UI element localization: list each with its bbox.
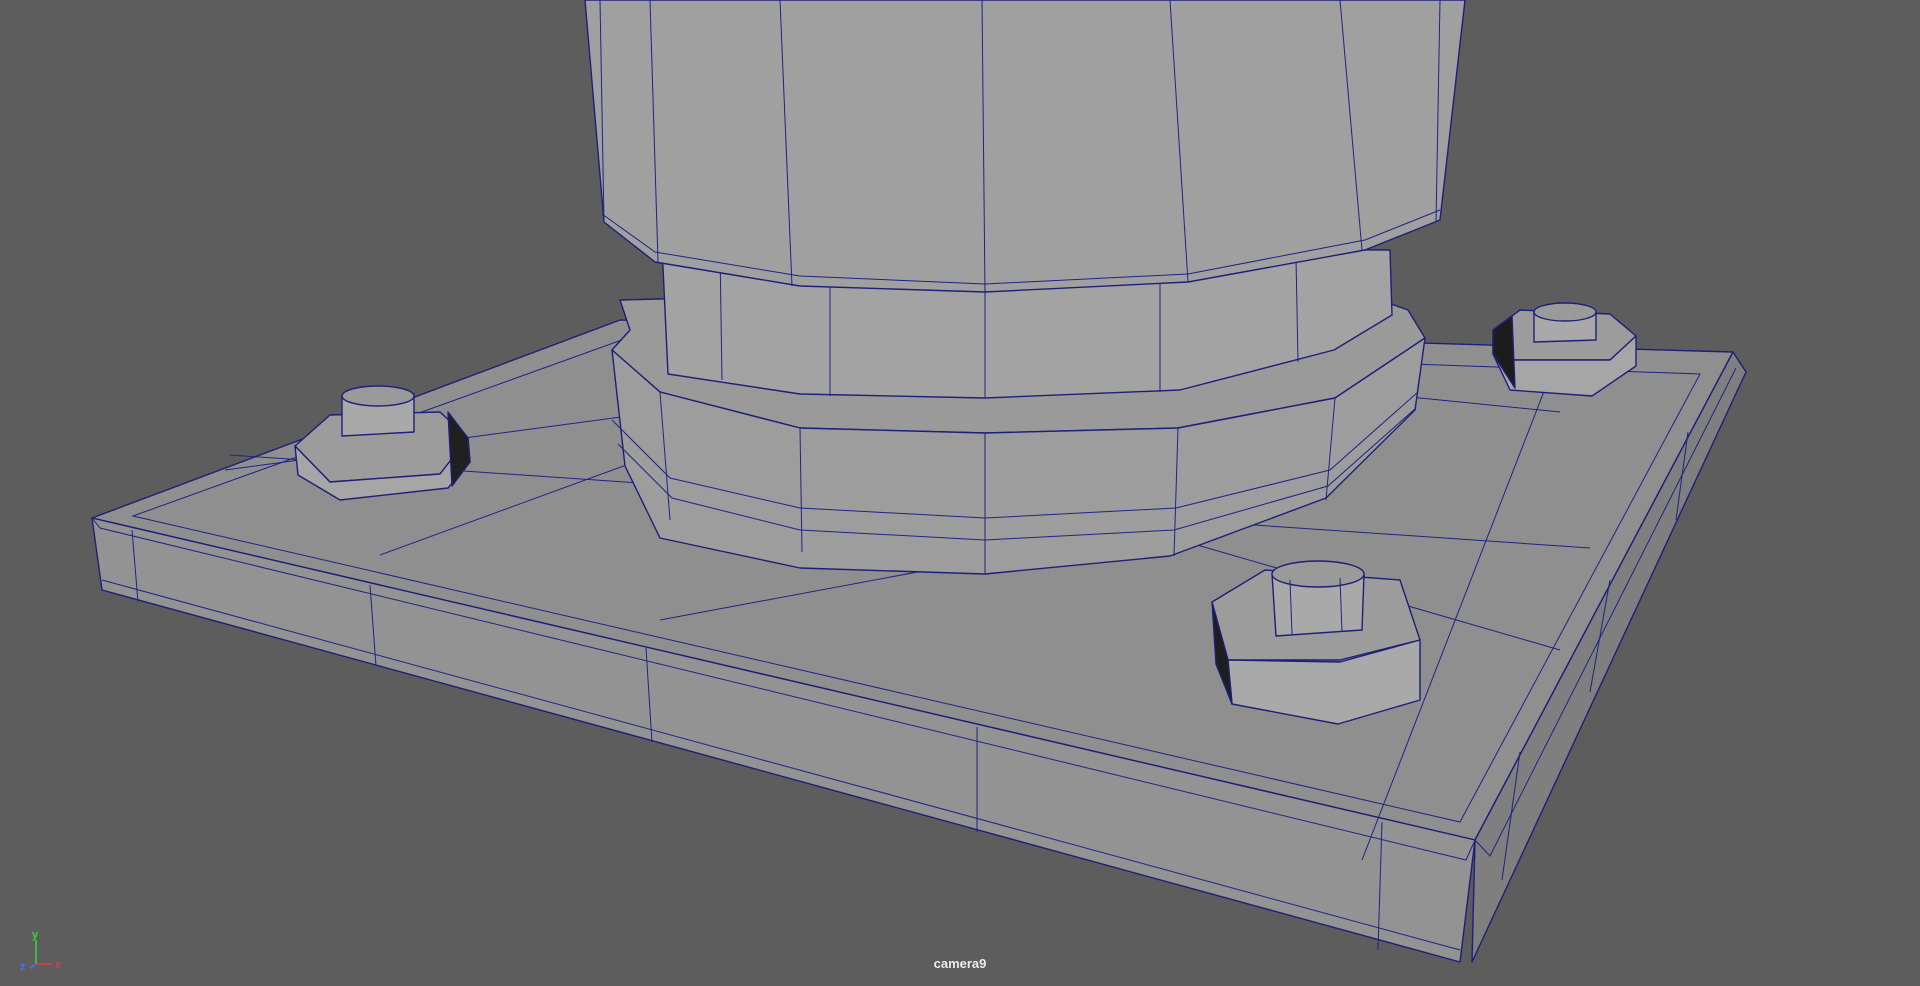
bolt-front-right-mesh[interactable] bbox=[1211, 560, 1421, 725]
3d-viewport[interactable]: y x z camera9 bbox=[0, 0, 1920, 986]
y-axis-label: y bbox=[32, 929, 39, 941]
column-shaft-mesh[interactable] bbox=[584, 0, 1466, 293]
scene-canvas[interactable] bbox=[0, 0, 1920, 986]
camera-name-label: camera9 bbox=[933, 956, 987, 971]
